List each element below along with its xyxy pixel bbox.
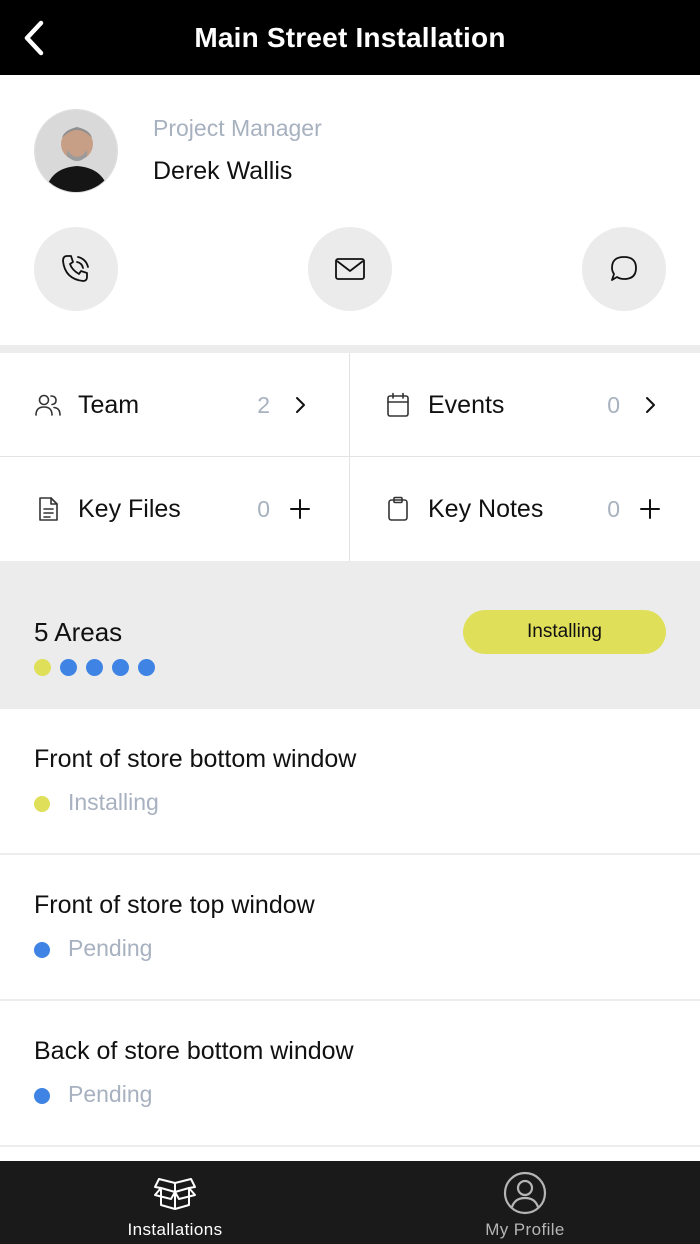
area-status: Pending	[68, 1081, 153, 1107]
area-title: Front of store bottom window	[34, 745, 357, 773]
key-notes-cell[interactable]: Key Notes 0	[350, 457, 700, 561]
status-dot	[34, 796, 50, 812]
message-button[interactable]	[582, 227, 666, 311]
manager-name: Derek Wallis	[153, 157, 293, 185]
list-item[interactable]: Front of store bottom window Installing	[0, 709, 700, 855]
events-count: 0	[607, 392, 620, 418]
tab-installations-label: Installations	[127, 1220, 223, 1239]
area-status-dots	[34, 659, 155, 676]
area-status: Pending	[68, 935, 153, 961]
file-icon	[34, 495, 62, 523]
plus-icon	[290, 499, 310, 519]
tab-my-profile[interactable]: My Profile	[350, 1161, 700, 1244]
people-icon	[34, 391, 62, 419]
status-dot	[34, 1088, 50, 1104]
team-count: 2	[257, 392, 270, 418]
chevron-right-icon	[638, 393, 662, 417]
plus-icon	[640, 499, 660, 519]
events-label: Events	[428, 391, 505, 419]
areas-summary: 5 Areas Installing	[0, 561, 700, 709]
status-dot	[34, 942, 50, 958]
list-item[interactable]: Back of store bottom window Pending	[0, 1001, 700, 1147]
area-dot-pending	[138, 659, 155, 676]
grid-divider-horizontal	[0, 456, 700, 457]
key-notes-count: 0	[607, 496, 620, 522]
calendar-icon	[384, 391, 412, 419]
manager-role: Project Manager	[153, 115, 322, 141]
clipboard-icon	[384, 495, 412, 523]
areas-count: 5 Areas	[34, 617, 123, 647]
area-dot-pending	[86, 659, 103, 676]
project-manager-card: Project Manager Derek Wallis	[0, 75, 700, 345]
add-note-button[interactable]	[638, 497, 662, 521]
box-icon	[153, 1171, 197, 1215]
tab-installations[interactable]: Installations	[0, 1161, 350, 1244]
status-badge: Installing	[463, 610, 666, 654]
grid-divider-vertical	[349, 353, 350, 561]
key-files-cell[interactable]: Key Files 0	[0, 457, 350, 561]
email-button[interactable]	[308, 227, 392, 311]
tab-bar: Installations My Profile	[0, 1161, 700, 1244]
team-label: Team	[78, 391, 140, 419]
add-file-button[interactable]	[288, 497, 312, 521]
list-item[interactable]: Front of store top window Pending	[0, 855, 700, 1001]
team-cell[interactable]: Team 2	[0, 353, 350, 457]
section-divider	[0, 345, 700, 353]
events-cell[interactable]: Events 0	[350, 353, 700, 457]
key-notes-label: Key Notes	[428, 495, 544, 523]
area-status: Installing	[68, 789, 159, 815]
area-title: Front of store top window	[34, 891, 315, 919]
key-files-label: Key Files	[78, 495, 181, 523]
phone-icon	[62, 255, 89, 282]
area-list: Front of store bottom window Installing Fr…	[0, 709, 700, 1147]
tab-my-profile-label: My Profile	[485, 1220, 565, 1239]
area-dot-pending	[112, 659, 129, 676]
key-files-count: 0	[257, 496, 270, 522]
page-title: Main Street Installation	[194, 22, 506, 53]
area-title: Back of store bottom window	[34, 1037, 354, 1065]
user-circle-icon	[503, 1171, 547, 1215]
chat-icon	[611, 256, 637, 281]
call-button[interactable]	[34, 227, 118, 311]
mail-icon	[335, 258, 365, 280]
area-dot-installing	[34, 659, 51, 676]
chevron-right-icon	[288, 393, 312, 417]
project-links-grid: Team 2 Events 0 Key Files 0 Key Notes 0	[0, 353, 700, 561]
area-dot-pending	[60, 659, 77, 676]
top-bar: Main Street Installation	[0, 0, 700, 75]
avatar	[34, 109, 118, 193]
